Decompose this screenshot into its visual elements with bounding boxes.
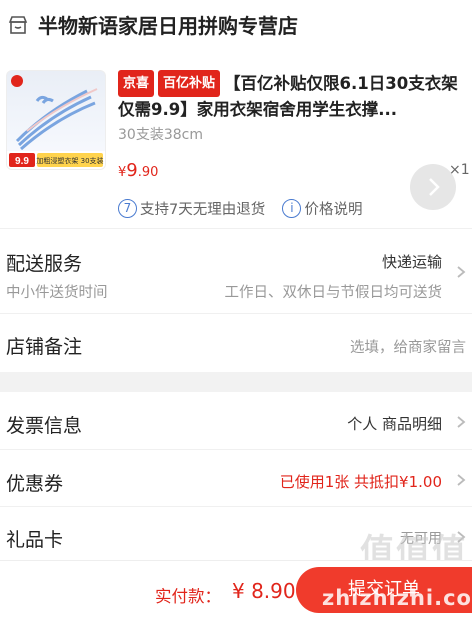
product-spec: 30支装38cm — [118, 127, 203, 143]
tag-subsidy: 百亿补贴 — [158, 70, 221, 97]
coupon-row[interactable]: 优惠券 已使用1张 共抵扣¥1.00 — [0, 449, 472, 507]
store-icon — [8, 16, 28, 34]
return-policy-icon: 7 — [118, 199, 137, 218]
product-price: ¥9.90 — [118, 160, 158, 181]
price-desc-link[interactable]: 价格说明 — [304, 202, 362, 218]
invoice-value: 个人 商品明细 — [347, 415, 442, 433]
remark-row[interactable]: 店铺备注 选填，给商家留言 — [0, 313, 472, 372]
chevron-right-icon — [457, 474, 466, 486]
remark-label: 店铺备注 — [6, 336, 83, 358]
delivery-sub-right: 工作日、双休日与节假日均可送货 — [224, 285, 443, 301]
store-name[interactable]: 半物新语家居日用拼购专营店 — [38, 10, 298, 39]
hanger-image: 9.9 加粗浸塑衣架 30支装 — [7, 75, 105, 169]
watermark-text: zhizhizhi.com — [322, 586, 472, 610]
coupon-value: 已使用1张 共抵扣¥1.00 — [279, 473, 442, 491]
thumb-text: 加粗浸塑衣架 30支装 — [36, 156, 103, 165]
remark-input[interactable]: 选填，给商家留言 — [350, 336, 466, 357]
invoice-row[interactable]: 发票信息 个人 商品明细 — [0, 392, 472, 449]
price-decimal: .90 — [137, 165, 159, 180]
delivery-value: 快递运输 — [381, 253, 442, 271]
delivery-label: 配送服务 — [6, 253, 83, 275]
delivery-row[interactable]: 配送服务 快递运输 中小件送货时间 工作日、双休日与节假日均可送货 — [0, 228, 472, 314]
pay-amount: ¥ 8.90 — [232, 579, 296, 603]
chevron-right-icon — [457, 266, 466, 278]
thumb-badge: 9.9 — [15, 156, 29, 167]
pay-label: 实付款： — [155, 587, 221, 606]
tag-jingxi: 京喜 — [118, 70, 155, 97]
product-quantity: ×1 — [449, 162, 470, 178]
info-icon: i — [282, 199, 302, 218]
chevron-right-icon — [457, 416, 466, 428]
coupon-label: 优惠券 — [6, 473, 64, 495]
return-policy-text[interactable]: 支持7天无理由退货 — [140, 202, 265, 218]
invoice-label: 发票信息 — [6, 415, 83, 437]
giftcard-label: 礼品卡 — [6, 529, 64, 551]
delivery-sub-left: 中小件送货时间 — [6, 285, 108, 301]
store-header[interactable]: 半物新语家居日用拼购专营店 — [0, 0, 472, 53]
price-integer: 9 — [126, 160, 138, 181]
service-row: 7 支持7天无理由退货 i 价格说明 — [118, 198, 362, 219]
product-card[interactable]: 9.9 加粗浸塑衣架 30支装 京喜 百亿补贴 【百亿补贴仅限6.1日30支衣架仅需… — [0, 52, 472, 228]
product-thumbnail[interactable]: 9.9 加粗浸塑衣架 30支装 — [6, 70, 106, 170]
product-title[interactable]: 京喜 百亿补贴 【百亿补贴仅限6.1日30支衣架仅需9.9】家用衣架宿舍用学生衣撑.… — [118, 70, 463, 122]
